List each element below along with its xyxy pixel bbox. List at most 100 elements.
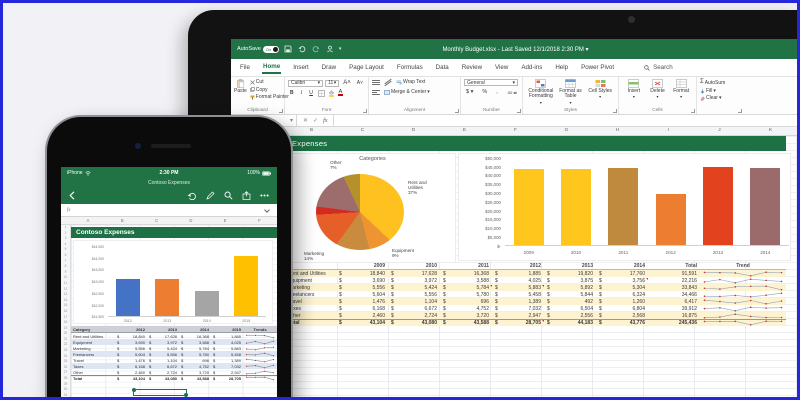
format-cells-button[interactable]: Format▾: [669, 79, 693, 99]
cell-value[interactable]: $1,476: [336, 299, 388, 305]
conditional-formatting-button[interactable]: Conditional Formatting▾: [526, 79, 556, 105]
decimal-buttons[interactable]: .00 ⇄: [505, 89, 519, 96]
column-header-D[interactable]: D: [388, 128, 439, 133]
phone-column-header-F[interactable]: F: [243, 218, 277, 223]
cell-value[interactable]: $1,104: [388, 299, 440, 305]
table-row[interactable]: Total$43,104$43,080$43,588$28,705$44,183…: [286, 319, 786, 326]
phone-cell-value[interactable]: $43,588: [179, 376, 211, 381]
cell-value[interactable]: $2,947: [492, 313, 544, 319]
tab-power-pivot[interactable]: Power Pivot: [580, 62, 615, 73]
insert-function-icon[interactable]: fx: [323, 118, 327, 124]
phone-cell-value[interactable]: $7,032: [211, 364, 243, 369]
cell-value[interactable]: $1,260: [596, 299, 648, 305]
shrink-font-button[interactable]: A˅: [355, 79, 365, 87]
cell-value[interactable]: $17,760: [596, 271, 648, 277]
tab-insert[interactable]: Insert: [292, 62, 309, 73]
column-header-C[interactable]: C: [337, 128, 388, 133]
cell-value[interactable]: $43,776: [596, 320, 648, 326]
phone-row-header[interactable]: 31: [61, 393, 70, 399]
cell-value[interactable]: $2,556: [544, 313, 596, 319]
cell-value[interactable]: $5,780: [440, 292, 492, 298]
table-row[interactable]: Rent and Utilities$18,840$17,628$16,368$…: [286, 270, 786, 277]
phone-cell-value[interactable]: $3,588: [179, 340, 211, 345]
quickaccess-caret-icon[interactable]: ▾: [339, 46, 342, 52]
cell-value[interactable]: $1,885: [492, 271, 544, 277]
phone-cell-value[interactable]: $1,389: [211, 358, 243, 363]
column-header-H[interactable]: H: [592, 128, 643, 133]
underline-button[interactable]: U: [307, 89, 315, 97]
copy-button[interactable]: Copy: [250, 87, 289, 94]
tab-page-layout[interactable]: Page Layout: [348, 62, 385, 73]
phone-cell-value[interactable]: $2,947: [211, 370, 243, 375]
phone-cell-value[interactable]: $1,476: [115, 358, 147, 363]
cell-value[interactable]: $2,460: [336, 313, 388, 319]
account-icon[interactable]: [325, 43, 335, 55]
autosave-toggle[interactable]: AutoSave On: [237, 46, 279, 53]
phone-table-row[interactable]: Total$43,104$43,080$43,588$28,705: [71, 375, 277, 381]
cell-value[interactable]: $5,892: [544, 285, 596, 291]
phone-cell-value[interactable]: $4,025: [211, 340, 243, 345]
cell-total[interactable]: 6,417: [648, 299, 700, 305]
cell-total[interactable]: 39,912: [648, 306, 700, 312]
grow-font-button[interactable]: A˄: [341, 79, 353, 87]
cell-value[interactable]: $5,784: [440, 285, 492, 291]
phone-cell-value[interactable]: $5,784: [179, 346, 211, 351]
phone-cell-value[interactable]: $17,628: [147, 334, 179, 339]
phone-cell-value[interactable]: $6,672: [147, 364, 179, 369]
phone-sheet-banner[interactable]: Contoso Expenses: [71, 227, 277, 238]
cell-styles-button[interactable]: Cell Styles▾: [585, 79, 615, 105]
pie-chart[interactable]: Categories Other 7% Rent and Utilities 3…: [289, 153, 456, 263]
phone-cell-value[interactable]: $28,705: [211, 376, 243, 381]
cell-value[interactable]: $5,556: [388, 292, 440, 298]
phone-formula-bar[interactable]: fx: [61, 204, 277, 217]
ink-pen-icon[interactable]: [206, 191, 215, 200]
formula-input[interactable]: [334, 115, 800, 126]
cell-value[interactable]: $4,752: [440, 306, 492, 312]
cell-total[interactable]: 245,436: [648, 320, 700, 326]
paste-button[interactable]: Paste: [234, 79, 247, 101]
share-icon[interactable]: [242, 191, 251, 200]
phone-cell-value[interactable]: $43,104: [115, 376, 147, 381]
cell-value[interactable]: $16,368: [440, 271, 492, 277]
phone-table-row[interactable]: Marketing$5,556$5,424$5,784$5,883: [71, 345, 277, 351]
delete-cells-button[interactable]: Delete▾: [646, 79, 670, 99]
phone-cell-value[interactable]: $16,368: [179, 334, 211, 339]
cell-value[interactable]: $7,032: [492, 306, 544, 312]
cell-value[interactable]: $6,324: [596, 292, 648, 298]
cell-value[interactable]: $3,972: [388, 278, 440, 284]
more-icon[interactable]: [260, 194, 269, 197]
autosum-button[interactable]: ΣAutoSum: [700, 79, 740, 87]
phone-row-headers[interactable]: 1234567891011121314151617181920212223242…: [61, 225, 71, 400]
cell-value[interactable]: $3,756: [596, 278, 648, 284]
cell-value[interactable]: $4,025: [492, 278, 544, 284]
cell-value[interactable]: $696: [440, 299, 492, 305]
phone-column-header-C[interactable]: C: [140, 218, 174, 223]
comma-style-button[interactable]: ,: [494, 88, 500, 96]
column-header-B[interactable]: B: [286, 128, 337, 133]
phone-cell-value[interactable]: $5,556: [115, 346, 147, 351]
cell-value[interactable]: $44,183: [544, 320, 596, 326]
expenses-banner-cell[interactable]: Expenses: [286, 136, 786, 151]
cell-total[interactable]: 33,843: [648, 285, 700, 291]
cell-value[interactable]: $6,672: [388, 306, 440, 312]
enter-icon[interactable]: ✓: [313, 117, 318, 124]
phone-cell-value[interactable]: $3,690: [115, 340, 147, 345]
cell-total[interactable]: 22,216: [648, 278, 700, 284]
redo-icon[interactable]: [311, 43, 321, 55]
table-row[interactable]: Taxes$6,168$6,672$4,752$7,032$6,504$6,80…: [286, 305, 786, 312]
column-header-G[interactable]: G: [541, 128, 592, 133]
search-icon[interactable]: [224, 191, 233, 200]
cell-value[interactable]: $3,588: [440, 278, 492, 284]
tab-add-ins[interactable]: Add-ins: [520, 62, 543, 73]
table-row[interactable]: Marketing$5,556$5,424$5,784$5,883$5,892$…: [286, 284, 786, 291]
column-header-L[interactable]: L: [796, 128, 800, 133]
phone-cell-value[interactable]: $43,080: [147, 376, 179, 381]
cell-total[interactable]: 91,591: [648, 271, 700, 277]
phone-cell-value[interactable]: $3,972: [147, 340, 179, 345]
cell-value[interactable]: $1,389: [492, 299, 544, 305]
cell-value[interactable]: $43,588: [440, 320, 492, 326]
column-header-K[interactable]: K: [745, 128, 796, 133]
cell-value[interactable]: $5,458: [492, 292, 544, 298]
selection-range[interactable]: [133, 389, 187, 396]
font-name-select[interactable]: Calibri▾: [288, 80, 323, 87]
